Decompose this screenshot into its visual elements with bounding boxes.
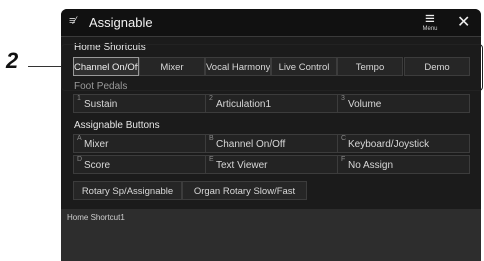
title-bar: ≡∕ Assignable ≡ Menu ✕	[61, 9, 481, 37]
slot-label: Mixer	[84, 139, 109, 150]
rotary-sp-assignable-button[interactable]: Rotary Sp/Assignable	[73, 181, 182, 200]
home-shortcut-vocal-harmony[interactable]: Vocal Harmony	[205, 57, 271, 76]
slot-label: Score	[84, 160, 111, 171]
window-title: Assignable	[89, 15, 153, 30]
slot-label: No Assign	[348, 160, 394, 171]
callout-line	[28, 66, 61, 67]
home-shortcut-channel-on-off[interactable]: Channel On/Off	[73, 57, 139, 76]
status-bar: Home Shortcut1	[61, 209, 481, 261]
close-icon[interactable]: ✕	[457, 12, 470, 32]
assignable-button-c[interactable]: C Keyboard/Joystick	[337, 134, 470, 153]
foot-pedal-3[interactable]: 3 Volume	[337, 94, 470, 113]
slot-tag: B	[209, 135, 214, 142]
home-shortcut-tempo[interactable]: Tempo	[337, 57, 403, 76]
assignable-buttons-label: Assignable Buttons	[74, 120, 160, 131]
foot-pedals-label: Foot Pedals	[74, 81, 128, 92]
assignable-button-f[interactable]: F No Assign	[337, 155, 470, 174]
home-shortcut-demo[interactable]: Demo	[404, 57, 470, 76]
menu-button[interactable]: ≡ Menu	[417, 9, 443, 34]
slot-tag: D	[77, 156, 83, 163]
assignable-button-e[interactable]: E Text Viewer	[205, 155, 338, 174]
status-text: Home Shortcut1	[67, 213, 125, 222]
assignable-screen: ≡∕ Assignable ≡ Menu ✕ Home Shortcuts Ch…	[61, 9, 481, 261]
slot-tag: 3	[341, 95, 345, 102]
assignable-icon: ≡∕	[69, 15, 76, 27]
slot-tag: F	[341, 156, 346, 163]
home-shortcuts-label: Home Shortcuts	[74, 42, 146, 53]
slot-tag: A	[77, 135, 82, 142]
slot-label: Channel On/Off	[216, 139, 286, 150]
callout-number: 2	[6, 48, 19, 73]
foot-pedal-2[interactable]: 2 Articulation1	[205, 94, 338, 113]
menu-label: Menu	[422, 26, 438, 32]
slot-label: Sustain	[84, 99, 118, 110]
home-shortcut-live-control[interactable]: Live Control	[271, 57, 337, 76]
hamburger-icon: ≡	[425, 9, 435, 28]
slot-label: Keyboard/Joystick	[348, 139, 430, 150]
slot-tag: E	[209, 156, 214, 163]
slot-tag: C	[341, 135, 347, 142]
assignable-button-a[interactable]: A Mixer	[73, 134, 206, 153]
foot-pedal-1[interactable]: 1 Sustain	[73, 94, 206, 113]
assignable-button-d[interactable]: D Score	[73, 155, 206, 174]
slot-tag: 2	[209, 95, 213, 102]
slot-label: Text Viewer	[216, 160, 268, 171]
slot-label: Volume	[348, 99, 382, 110]
slot-label: Articulation1	[216, 99, 272, 110]
slot-tag: 1	[77, 95, 81, 102]
assignable-button-b[interactable]: B Channel On/Off	[205, 134, 338, 153]
home-shortcut-mixer[interactable]: Mixer	[139, 57, 205, 76]
organ-rotary-button[interactable]: Organ Rotary Slow/Fast	[182, 181, 307, 200]
